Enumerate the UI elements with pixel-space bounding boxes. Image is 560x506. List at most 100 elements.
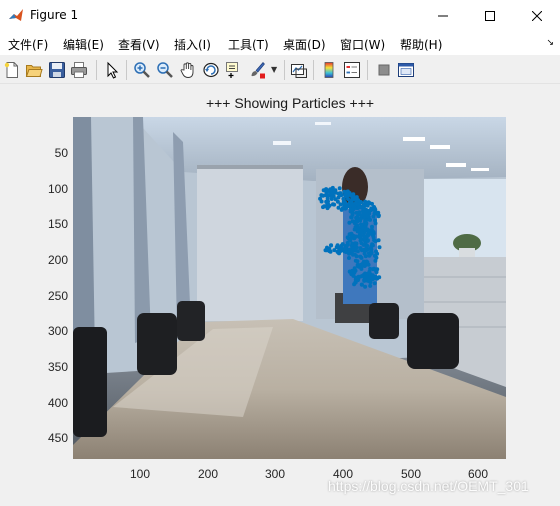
pan-hand-icon[interactable] bbox=[179, 61, 197, 79]
particle-point bbox=[377, 245, 382, 250]
axes-title: +++ Showing Particles +++ bbox=[205, 95, 375, 111]
particle-point bbox=[321, 188, 326, 193]
minimize-button[interactable] bbox=[420, 0, 466, 32]
particle-point bbox=[370, 201, 374, 206]
particle-point bbox=[368, 272, 373, 277]
particle-point bbox=[368, 280, 373, 285]
particle-point bbox=[319, 199, 324, 204]
hide-plot-tools-icon[interactable] bbox=[375, 61, 393, 79]
particle-point bbox=[377, 275, 382, 280]
particle-point bbox=[362, 275, 367, 280]
particle-point bbox=[346, 197, 350, 201]
particle-point bbox=[374, 255, 379, 260]
particle-point bbox=[350, 219, 355, 224]
menu-help[interactable]: 帮助(H) bbox=[400, 36, 442, 53]
figure-toolbar: ▼ bbox=[0, 56, 560, 84]
particle-point bbox=[359, 230, 364, 235]
watermark: https://blog.csdn.net/OEMT_301 bbox=[328, 478, 529, 494]
particle-point bbox=[359, 241, 364, 246]
particle-point bbox=[374, 269, 379, 274]
x-tick-label: 200 bbox=[197, 467, 219, 481]
toolbar-separator bbox=[96, 60, 97, 80]
menu-overflow-icon[interactable]: ↘ bbox=[546, 38, 554, 48]
particle-point bbox=[350, 201, 354, 206]
particle-point bbox=[359, 255, 364, 260]
particle-point bbox=[319, 193, 324, 198]
particle-point bbox=[325, 245, 329, 250]
particle-point bbox=[341, 197, 346, 202]
link-plot-icon[interactable] bbox=[290, 61, 308, 79]
figure-canvas: +++ Showing Particles +++ 50 100 150 200… bbox=[0, 85, 560, 506]
save-icon[interactable] bbox=[48, 61, 66, 79]
y-tick-label: 100 bbox=[47, 182, 68, 196]
particle-point bbox=[360, 225, 365, 230]
menu-desktop[interactable]: 桌面(D) bbox=[283, 36, 326, 53]
particle-point bbox=[356, 225, 361, 230]
particle-point bbox=[329, 197, 334, 201]
particle-point bbox=[355, 202, 360, 207]
y-tick-label: 300 bbox=[47, 324, 68, 338]
menu-bar: 文件(F) 编辑(E) 查看(V) 插入(I) 工具(T) 桌面(D) 窗口(W… bbox=[0, 32, 560, 55]
particle-point bbox=[332, 202, 337, 207]
maximize-button[interactable] bbox=[467, 0, 513, 32]
minimize-icon bbox=[438, 15, 448, 17]
particle-point bbox=[358, 246, 363, 251]
menu-edit[interactable]: 编辑(E) bbox=[63, 36, 104, 53]
menu-file[interactable]: 文件(F) bbox=[8, 36, 48, 53]
menu-tools[interactable]: 工具(T) bbox=[228, 36, 269, 53]
show-plot-tools-icon[interactable] bbox=[397, 61, 415, 79]
particle-point bbox=[364, 244, 369, 249]
brush-dropdown-icon[interactable]: ▼ bbox=[271, 65, 277, 74]
particle-point bbox=[362, 236, 367, 241]
particle-point bbox=[353, 258, 358, 263]
particle-point bbox=[356, 212, 361, 217]
particle-point bbox=[372, 211, 377, 216]
y-tick-label: 150 bbox=[47, 217, 68, 231]
particle-point bbox=[333, 197, 338, 202]
print-icon[interactable] bbox=[70, 61, 88, 79]
office-photo bbox=[73, 117, 506, 459]
particle-point bbox=[372, 281, 377, 286]
particle-point bbox=[368, 283, 373, 288]
rotate-3d-icon[interactable] bbox=[202, 61, 220, 79]
open-file-icon[interactable] bbox=[25, 61, 43, 79]
data-cursor-icon[interactable] bbox=[225, 61, 243, 79]
pointer-icon[interactable] bbox=[103, 61, 121, 79]
zoom-out-icon[interactable] bbox=[156, 61, 174, 79]
y-tick-label: 250 bbox=[47, 289, 68, 303]
zoom-in-icon[interactable] bbox=[133, 61, 151, 79]
particle-point bbox=[350, 249, 355, 253]
particle-point bbox=[336, 205, 341, 210]
particle-point bbox=[365, 238, 370, 243]
legend-icon[interactable] bbox=[343, 61, 361, 79]
particle-point bbox=[364, 202, 369, 207]
menu-view[interactable]: 查看(V) bbox=[118, 36, 160, 53]
figure-window: Figure 1 文件(F) 编辑(E) 查看(V) 插入(I) 工具(T) 桌… bbox=[0, 0, 560, 506]
toolbar-separator bbox=[126, 60, 127, 80]
particle-point bbox=[355, 263, 360, 268]
brush-icon[interactable] bbox=[248, 61, 266, 79]
toolbar-separator bbox=[367, 60, 368, 80]
particle-point bbox=[356, 198, 361, 203]
menu-window[interactable]: 窗口(W) bbox=[340, 36, 385, 53]
particle-point bbox=[373, 239, 378, 244]
maximize-icon bbox=[485, 11, 495, 21]
menu-insert[interactable]: 插入(I) bbox=[174, 36, 211, 53]
particle-point bbox=[364, 227, 369, 231]
colorbar-icon[interactable] bbox=[320, 61, 338, 79]
particle-point bbox=[332, 188, 337, 193]
image-axes[interactable] bbox=[73, 117, 506, 459]
particle-point bbox=[343, 206, 348, 211]
y-tick-label: 450 bbox=[47, 431, 68, 445]
new-figure-icon[interactable] bbox=[3, 61, 21, 79]
particle-point bbox=[329, 243, 333, 248]
particle-point bbox=[371, 267, 375, 272]
particle-point bbox=[350, 207, 355, 212]
particle-point bbox=[363, 254, 368, 259]
y-tick-label: 50 bbox=[54, 146, 68, 160]
particle-point bbox=[370, 232, 375, 237]
particle-point bbox=[347, 256, 351, 260]
particle-point bbox=[366, 262, 371, 267]
close-button[interactable] bbox=[514, 0, 560, 32]
particle-point bbox=[344, 191, 349, 196]
